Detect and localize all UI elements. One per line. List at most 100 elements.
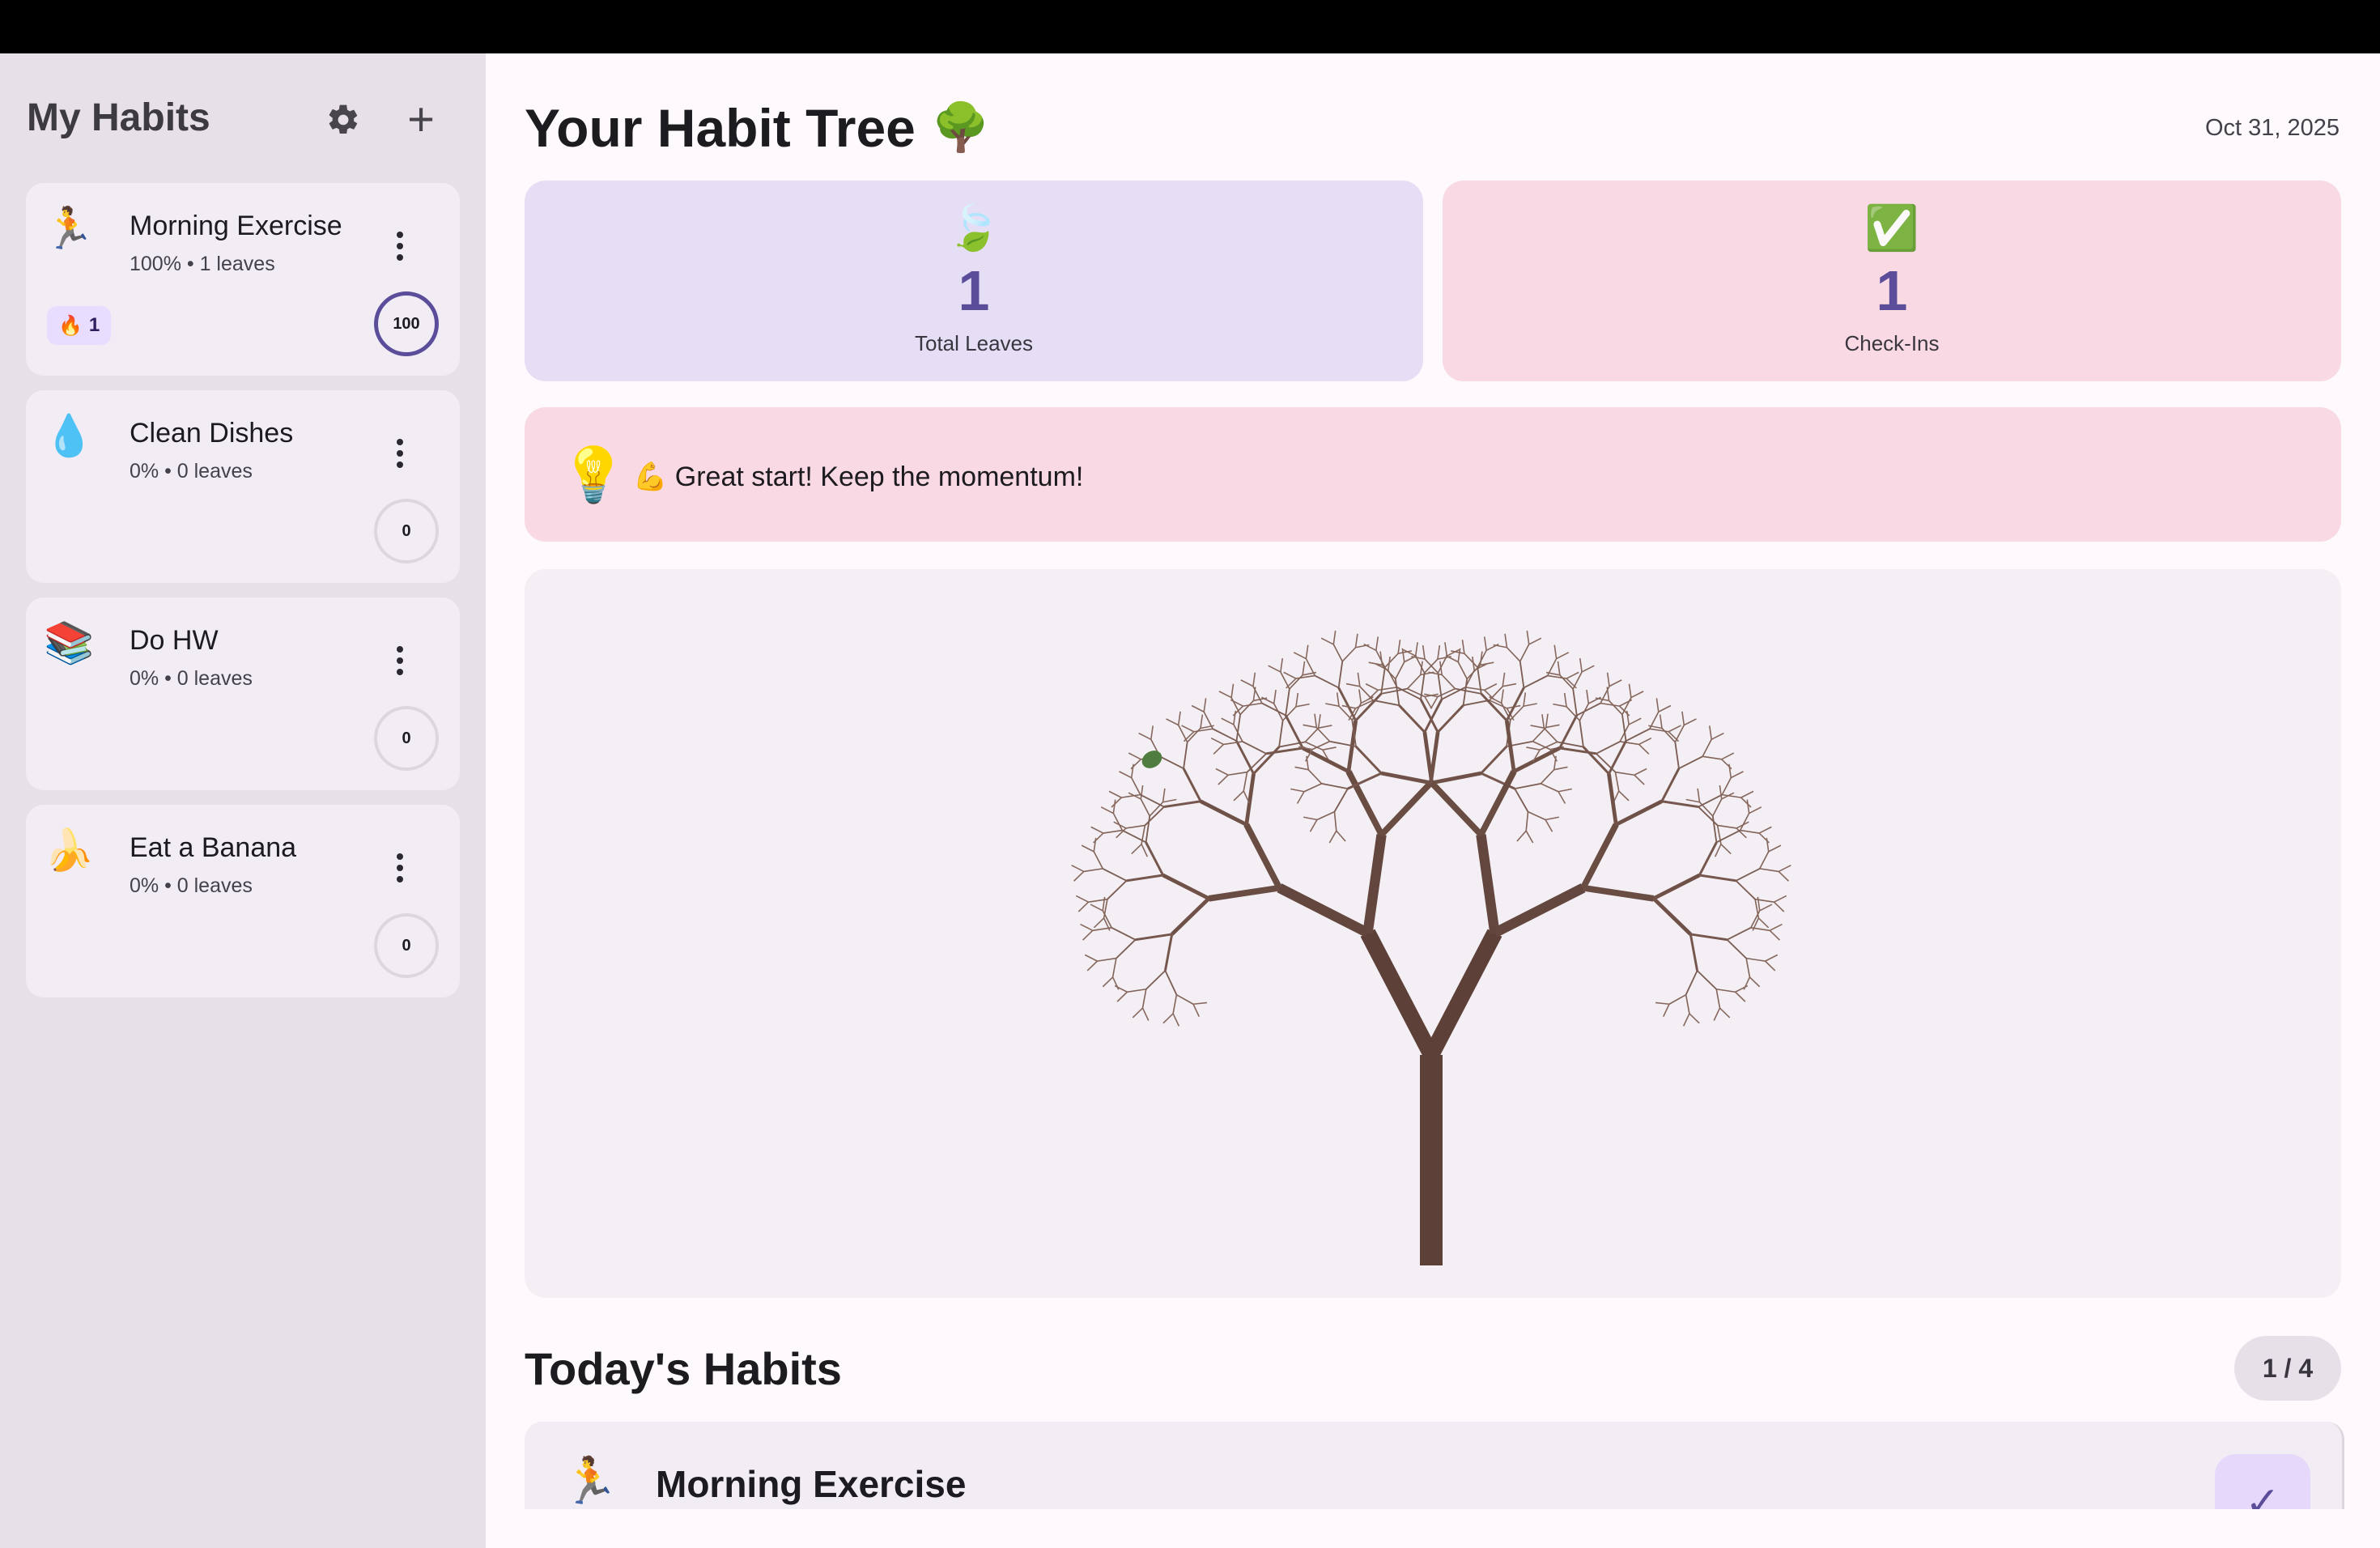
- tree-branch: [1721, 752, 1735, 760]
- tree-branch: [1316, 810, 1335, 821]
- tree-branch: [1359, 686, 1374, 701]
- tree-branch: [1086, 960, 1099, 972]
- tree-branch: [1130, 759, 1141, 770]
- tree-branch: [1697, 788, 1701, 802]
- tree-branch: [1333, 811, 1337, 831]
- tree-branch: [1336, 692, 1340, 707]
- habit-name: Clean Dishes: [130, 418, 294, 449]
- habit-name: Morning Exercise: [130, 211, 342, 241]
- tree-branch: [1303, 816, 1318, 821]
- tree-branch: [1543, 727, 1558, 742]
- tree-branch: [1556, 652, 1570, 660]
- tree-branch: [1303, 783, 1322, 793]
- tree-branch: [1422, 645, 1426, 660]
- books-icon: 📚: [44, 620, 95, 666]
- tree-branch: [1332, 644, 1343, 662]
- tree-branch: [1519, 644, 1530, 662]
- tree-branch: [1175, 993, 1194, 1005]
- tree-branch: [1183, 742, 1188, 769]
- tree-branch: [1461, 640, 1465, 654]
- tree-branch: [1320, 637, 1334, 645]
- tree-branch: [1311, 741, 1330, 751]
- tree-branch: [1609, 679, 1622, 687]
- tree-branch: [1525, 811, 1529, 831]
- tree-branch: [1558, 791, 1566, 804]
- tree-branch: [1566, 706, 1580, 721]
- tree-branch: [1082, 929, 1094, 941]
- tree-branch: [1293, 652, 1307, 660]
- tree-branch: [1709, 725, 1712, 740]
- tree-branch: [1528, 637, 1542, 645]
- banana-icon: 🍌: [44, 827, 95, 873]
- tree-branch: [1685, 994, 1690, 1014]
- tree-branch: [1305, 644, 1309, 659]
- tree-branch: [1685, 798, 1700, 803]
- tree-branch: [1398, 704, 1426, 734]
- tree-branch: [1193, 728, 1213, 733]
- tree-branch: [1778, 864, 1791, 873]
- tree-branch: [1290, 788, 1305, 793]
- tree-branch: [1354, 633, 1358, 648]
- tree-branch: [1740, 790, 1754, 798]
- tree-branch: [1683, 718, 1697, 726]
- tree-branch: [1746, 957, 1766, 962]
- habit-card-morning-exercise[interactable]: 🏃 Morning Exercise 100% • 1 leaves 🔥 1 1…: [26, 183, 460, 376]
- tree-branch: [1615, 799, 1663, 827]
- tree-branch: [1333, 788, 1349, 813]
- tree-branch: [1233, 790, 1244, 802]
- tree-branch: [1476, 834, 1500, 934]
- more-options-icon[interactable]: [384, 636, 416, 685]
- tree-branch: [1315, 727, 1331, 742]
- tree-branch: [1582, 746, 1610, 775]
- tree-branch: [1628, 717, 1642, 725]
- tree-branch: [1463, 700, 1490, 707]
- more-options-icon[interactable]: [384, 429, 416, 478]
- tree-branch: [1192, 1003, 1200, 1018]
- tree-branch: [1071, 864, 1085, 873]
- tree-branch: [1628, 683, 1632, 698]
- tree-branch: [1162, 798, 1177, 803]
- tree-branch: [1406, 674, 1422, 690]
- tree-branch: [1162, 1013, 1174, 1024]
- tree-branch: [1084, 954, 1098, 962]
- tree-branch: [1719, 785, 1723, 800]
- tree-branch: [1685, 970, 1698, 996]
- tree-branch: [1221, 717, 1235, 725]
- tree-branch: [1690, 933, 1728, 942]
- tree-branch: [1090, 904, 1103, 912]
- tree-branch: [1757, 896, 1761, 911]
- tree-branch: [1758, 826, 1772, 834]
- tree-branch: [1698, 806, 1719, 827]
- tree-branch: [1526, 746, 1541, 751]
- tree-branch: [1144, 806, 1165, 827]
- tree-branch: [1379, 780, 1434, 837]
- habit-card-clean-dishes[interactable]: 💧 Clean Dishes 0% • 0 leaves 0: [26, 390, 460, 583]
- tree-branch: [1502, 672, 1506, 687]
- tree-branch: [1314, 713, 1318, 728]
- stat-label: Total Leaves: [915, 331, 1033, 355]
- plus-icon[interactable]: +: [397, 96, 445, 144]
- stat-card-check-ins: ✅ 1 Check-Ins: [1443, 181, 2341, 381]
- tree-branch: [1332, 630, 1337, 645]
- tree-branch: [1681, 711, 1685, 725]
- more-options-icon[interactable]: [384, 222, 416, 270]
- tree-branch: [1090, 826, 1104, 834]
- tree-branch: [1077, 901, 1090, 912]
- tree-branch: [1745, 958, 1751, 978]
- tree-branch: [1674, 742, 1680, 769]
- gear-icon[interactable]: [319, 96, 368, 144]
- tree-branch: [1429, 780, 1484, 837]
- more-options-icon[interactable]: [384, 844, 416, 892]
- tree-branch: [1547, 674, 1567, 679]
- tree-branch: [1414, 642, 1418, 657]
- habit-card-eat-a-banana[interactable]: 🍌 Eat a Banana 0% • 0 leaves 0: [26, 805, 460, 997]
- tree-branch: [1444, 642, 1448, 657]
- habit-card-do-hw[interactable]: 📚 Do HW 0% • 0 leaves 0: [26, 598, 460, 790]
- tree-branch: [1131, 777, 1141, 795]
- tree-branch: [1325, 703, 1340, 708]
- tree-branch: [1127, 988, 1146, 993]
- tree-branch: [1261, 696, 1275, 704]
- tree-branch: [1634, 768, 1647, 776]
- tree-branch: [1215, 768, 1229, 776]
- tree-branch: [1278, 720, 1284, 747]
